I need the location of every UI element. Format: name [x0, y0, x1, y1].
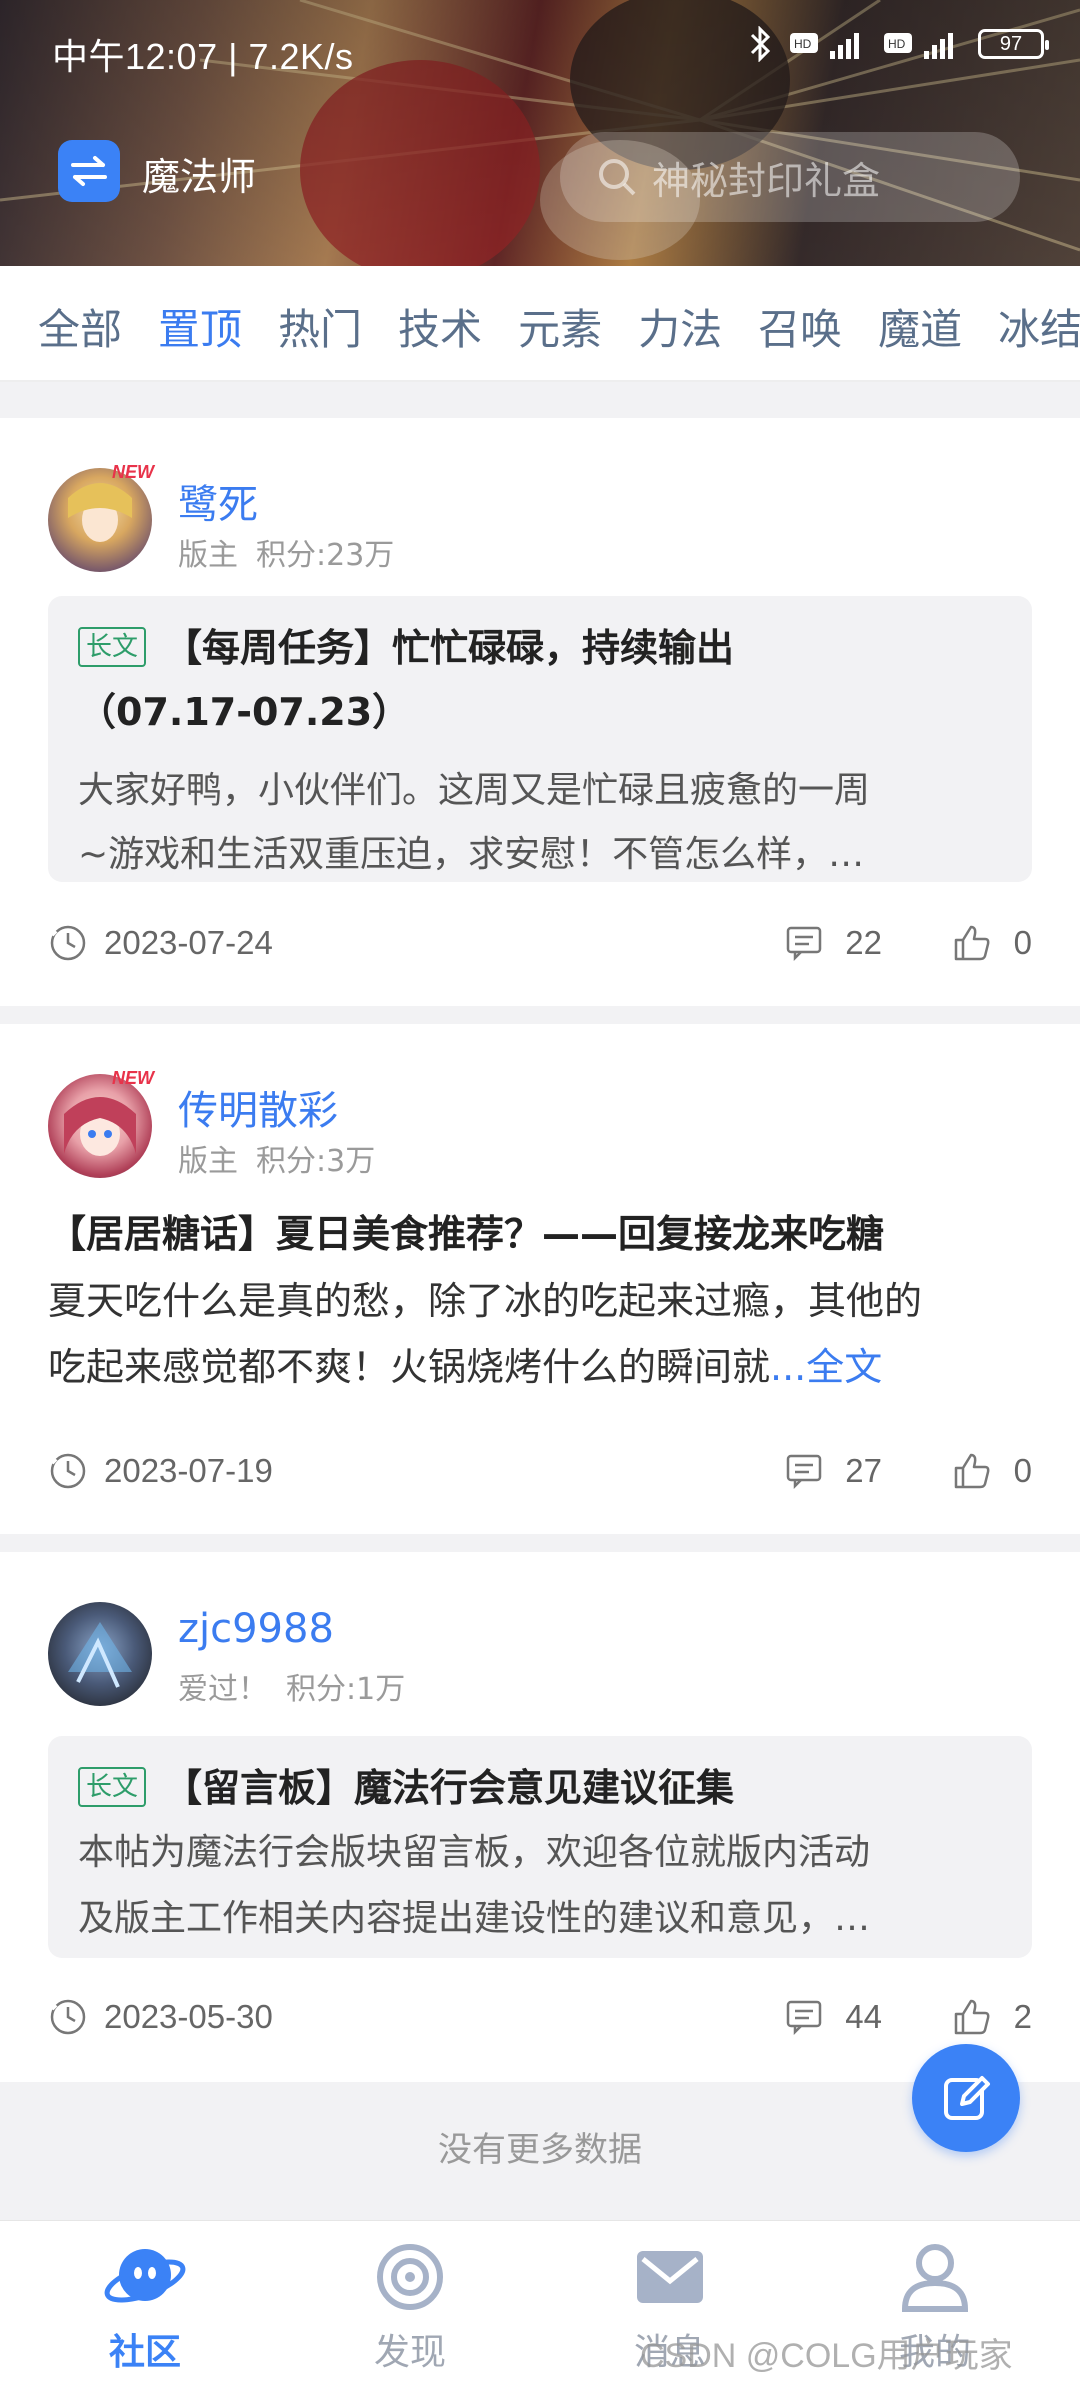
new-badge: NEW [112, 462, 154, 482]
signal-icon-2: HD [884, 33, 953, 59]
post-meta-row: 2023-05-30 44 2 [48, 1992, 1032, 2042]
search-bar[interactable]: 神秘封印礼盒 [560, 132, 1020, 222]
clock-icon [50, 1453, 86, 1489]
post-card[interactable]: zjc9988 爱过！ 积分:1万 长文 【留言板】魔法行会意见建议征集 本帖为魔法… [0, 1552, 1080, 2082]
tab-elemental[interactable]: 元素 [518, 296, 602, 357]
search-placeholder: 神秘封印礼盒 [652, 158, 881, 203]
comment-icon [787, 2000, 822, 2035]
user-meta: 版主 积分:3万 [178, 1136, 375, 1180]
nav-community[interactable]: 社区 [45, 2237, 245, 2375]
post-date: 2023-07-24 [104, 924, 273, 961]
status-bar: 中午12:07 | 7.2K/s HD HD 97 [0, 0, 1080, 100]
svg-text:HD: HD [794, 37, 812, 51]
tab-tech[interactable]: 技术 [398, 296, 482, 357]
community-icon [104, 2249, 186, 2303]
user-score: 积分:3万 [256, 1144, 376, 1179]
user-score: 积分:23万 [256, 538, 395, 573]
post-date: 2023-05-30 [104, 1998, 273, 2035]
battery-icon: 97 [978, 29, 1049, 59]
username[interactable]: 传明散彩 [178, 1078, 338, 1136]
nav-label: 发现 [373, 2332, 446, 2373]
post-excerpt-line: ~游戏和生活双重压迫，求安慰！不管怎么样，… [78, 834, 865, 875]
post-date: 2023-07-19 [104, 1452, 273, 1489]
section-title: 魔法师 [142, 155, 257, 199]
signal-icon: HD [790, 33, 859, 59]
post-card[interactable]: NEW 鹭死 版主 积分:23万 长文 【每周任务】忙忙碌碌，持续输出 （07.17… [0, 418, 1080, 1006]
post-card[interactable]: NEW 传明散彩 版主 积分:3万 【居居糖话】夏日美食推荐？——回复接龙来吃糖 … [0, 1024, 1080, 1534]
category-tabs: 全部 置顶 热门 技术 元素 力法 召唤 魔道 冰结 [0, 266, 1080, 382]
user-score: 积分:1万 [286, 1672, 406, 1707]
header-banner: 中午12:07 | 7.2K/s HD HD 97 魔法师 神秘封印礼盒 [0, 0, 1080, 266]
nav-label: 社区 [108, 2332, 181, 2373]
post-excerpt-line: 及版主工作相关内容提出建设性的建议和意见，… [78, 1898, 871, 1939]
switch-arrows-icon [71, 156, 107, 186]
user-meta: 爱过！ 积分:1万 [178, 1664, 405, 1708]
avatar[interactable] [48, 1602, 152, 1706]
compose-post-button[interactable] [912, 2044, 1020, 2152]
user-role: 爱过！ [178, 1672, 268, 1707]
comment-count[interactable]: 44 [785, 1998, 882, 2036]
status-icons: HD HD 97 [746, 26, 1049, 62]
thumbs-up-icon [954, 1453, 990, 1489]
search-icon [599, 159, 636, 196]
post-title: 长文 【留言板】魔法行会意见建议征集 [78, 1756, 1002, 1820]
post-title: 长文 【每周任务】忙忙碌碌，持续输出 [78, 616, 1002, 680]
profile-icon [901, 2244, 969, 2312]
post-title[interactable]: 【居居糖话】夏日美食推荐？——回复接龙来吃糖 [48, 1202, 1038, 1266]
tab-all[interactable]: 全部 [38, 296, 122, 357]
avatar[interactable] [48, 468, 152, 572]
long-post-tag: 长文 [78, 1767, 147, 1807]
post-meta-row: 2023-07-19 27 0 [48, 1446, 1032, 1496]
username[interactable]: 鹭死 [178, 472, 258, 530]
long-post-tag: 长文 [78, 627, 147, 667]
bluetooth-icon [750, 26, 771, 62]
tab-summon[interactable]: 召唤 [758, 296, 842, 357]
post-excerpt-line: 本帖为魔法行会版块留言板，欢迎各位就版内活动 [78, 1832, 871, 1873]
switch-section-button[interactable] [58, 140, 120, 202]
like-count[interactable]: 0 [952, 924, 1032, 962]
clock-icon [50, 1999, 86, 2035]
thumbs-up-icon [954, 925, 990, 961]
comment-count[interactable]: 27 [785, 1452, 882, 1490]
post-excerpt-line[interactable]: 夏天吃什么是真的愁，除了冰的吃起来过瘾，其他的 [48, 1268, 1038, 1334]
edit-icon [944, 2076, 990, 2120]
tab-force[interactable]: 力法 [638, 296, 722, 357]
avatar[interactable] [48, 1074, 152, 1178]
post-meta-row: 2023-07-24 22 0 [48, 918, 1032, 968]
tab-pinned[interactable]: 置顶 [158, 296, 242, 357]
mail-icon [637, 2251, 703, 2303]
user-meta: 版主 积分:23万 [178, 530, 394, 574]
comment-icon [787, 1454, 822, 1489]
user-role: 版主 [178, 538, 238, 573]
watermark: CSDN @COLG用户玩家 [640, 2337, 1013, 2375]
thumbs-up-icon [954, 1999, 990, 2035]
discover-icon [377, 2244, 443, 2310]
post-excerpt-box[interactable]: 大家好鸭，小伙伴们。这周又是忙碌且疲惫的一周 ~游戏和生活双重压迫，求安慰！不管… [48, 758, 1032, 882]
comment-count[interactable]: 22 [785, 924, 882, 962]
tab-ice[interactable]: 冰结 [998, 296, 1080, 357]
comment-icon [787, 926, 822, 961]
read-more-link[interactable]: ...全文 [770, 1345, 882, 1389]
post-excerpt-line[interactable]: 吃起来感觉都不爽！火锅烧烤什么的瞬间就...全文 [48, 1334, 1038, 1400]
like-count[interactable]: 0 [952, 1452, 1032, 1490]
post-title-line2: （07.17-07.23） [78, 690, 411, 734]
clock-icon [50, 925, 86, 961]
status-time: 中午12:07 | 7.2K/s [52, 36, 354, 77]
nav-discover[interactable]: 发现 [310, 2237, 510, 2375]
username[interactable]: zjc9988 [178, 1606, 334, 1652]
like-count[interactable]: 2 [952, 1998, 1032, 2036]
tab-hot[interactable]: 热门 [278, 296, 362, 357]
svg-text:HD: HD [888, 37, 906, 51]
tab-magic-way[interactable]: 魔道 [878, 296, 962, 357]
post-content-box[interactable]: 长文 【每周任务】忙忙碌碌，持续输出 （07.17-07.23） [48, 596, 1032, 784]
post-excerpt-line: 大家好鸭，小伙伴们。这周又是忙碌且疲惫的一周 [78, 770, 871, 811]
post-content-box[interactable]: 长文 【留言板】魔法行会意见建议征集 本帖为魔法行会版块留言板，欢迎各位就版内活动… [48, 1736, 1032, 1958]
user-role: 版主 [178, 1144, 238, 1179]
new-badge: NEW [112, 1068, 154, 1088]
